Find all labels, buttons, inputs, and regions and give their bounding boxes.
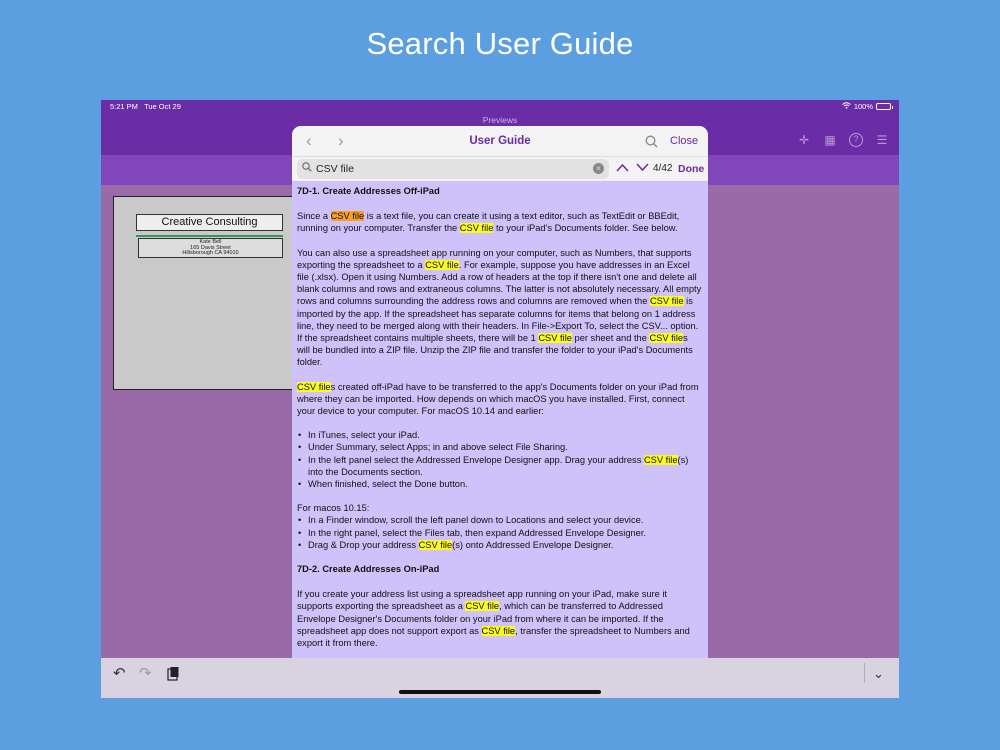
divider-line <box>136 235 283 237</box>
popup-header: ‹ › User Guide Close <box>292 126 708 157</box>
match-highlight: CSV file <box>649 333 684 344</box>
done-button[interactable]: Done <box>678 163 704 175</box>
match-highlight: CSV file <box>538 333 572 344</box>
section-heading: 7D-2. Create Addresses On-iPad <box>297 564 440 575</box>
wifi-icon <box>841 102 851 111</box>
search-input[interactable]: CSV file <box>316 163 354 175</box>
envelope-preview[interactable]: Creative Consulting Kate Bell 165 Davis … <box>113 196 318 390</box>
previous-match-icon[interactable] <box>616 160 633 175</box>
status-bar: 5:21 PM Tue Oct 29 100% <box>101 100 899 113</box>
status-time: 5:21 PM Tue Oct 29 <box>110 102 181 111</box>
address-block: Kate Bell 165 Davis Street Hillsborough … <box>138 238 283 258</box>
list-item: Drag & Drop your address CSV file(s) ont… <box>297 539 703 551</box>
match-highlight: CSV file <box>649 296 684 307</box>
match-highlight: CSV file <box>643 454 678 465</box>
match-highlight: CSV file <box>465 601 500 612</box>
banner-title: Search User Guide <box>366 26 634 61</box>
home-indicator <box>399 690 601 694</box>
chevron-down-icon[interactable]: ⌄ <box>873 666 884 681</box>
battery-percent: 100% <box>853 102 873 111</box>
list-item: When finished, select the Done button. <box>297 478 703 490</box>
search-row: CSV file × 4/42 Done <box>292 157 708 181</box>
paragraph: CSV files created off-iPad have to be tr… <box>297 381 699 417</box>
address-line: Hillsborough CA 94010 <box>182 250 239 257</box>
search-field-icon <box>302 162 312 175</box>
close-button[interactable]: Close <box>670 135 698 147</box>
battery-icon <box>876 103 893 110</box>
redo-icon[interactable]: ↷ <box>139 666 152 681</box>
list-icon[interactable]: ☰ <box>875 133 889 147</box>
clipboard-icon[interactable] <box>167 666 180 684</box>
section-heading: 7D-1. Create Addresses Off-iPad <box>297 186 440 196</box>
list-item: Under Summary, select Apps; in and above… <box>297 441 703 453</box>
paragraph: You can also use a spreadsheet app runni… <box>297 247 702 368</box>
list-item: In a Finder window, scroll the left pane… <box>297 514 703 526</box>
guide-content: 7D-1. Create Addresses Off-iPad Since a … <box>297 185 703 658</box>
nav-title: Previews <box>482 115 518 125</box>
status-right: 100% <box>841 102 893 111</box>
list-item: In the left panel select the Addressed E… <box>297 454 703 478</box>
match-navigation <box>616 161 649 174</box>
toolbar-icons: ✛ ▦ ? ☰ <box>797 133 889 147</box>
help-icon[interactable]: ? <box>849 133 863 147</box>
match-count: 4/42 <box>653 163 673 174</box>
calculator-icon[interactable]: ▦ <box>823 133 837 147</box>
bullet-list: In iTunes, select your iPad.Under Summar… <box>297 429 703 490</box>
bullet-list: In a Finder window, scroll the left pane… <box>297 514 703 551</box>
match-highlight: CSV file <box>418 539 453 550</box>
next-match-icon[interactable] <box>636 160 649 175</box>
clear-search-icon[interactable]: × <box>593 163 604 174</box>
paragraph: If you create your address list using a … <box>297 589 690 649</box>
undo-icon[interactable]: ↶ <box>113 666 126 681</box>
paragraph: For macos 10.15: <box>297 503 370 514</box>
toolbar-separator <box>864 663 865 683</box>
match-highlight: CSV file <box>459 223 494 234</box>
paragraph: Since a CSV file is a text file, you can… <box>297 211 680 234</box>
list-item: In iTunes, select your iPad. <box>297 429 703 441</box>
match-highlight: CSV file <box>297 381 331 392</box>
list-item: In the right panel, select the Files tab… <box>297 527 703 539</box>
search-field[interactable]: CSV file × <box>297 159 609 179</box>
current-match-highlight: CSV file <box>330 211 365 222</box>
move-icon[interactable]: ✛ <box>797 133 811 147</box>
user-guide-popup: ‹ › User Guide Close CSV file × 4/42 Don… <box>292 126 708 658</box>
match-highlight: CSV file <box>425 259 459 270</box>
company-label: Creative Consulting <box>136 214 283 231</box>
search-icon[interactable] <box>645 135 658 151</box>
match-highlight: CSV file <box>481 625 516 636</box>
